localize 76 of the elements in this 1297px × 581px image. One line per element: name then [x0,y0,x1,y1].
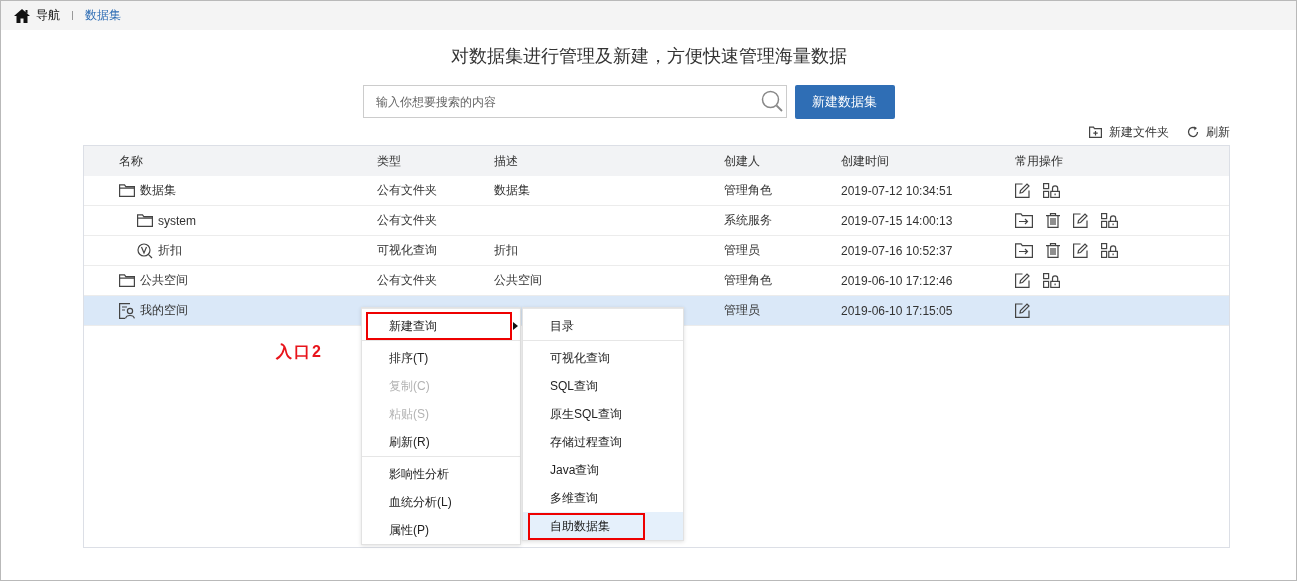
folder-icon [119,274,135,287]
folder-plus-icon[interactable] [1089,126,1102,138]
type-cell-text: 公有文件夹 [377,212,438,229]
column-header: 创建人 [724,152,761,170]
edit-icon[interactable] [1015,303,1030,318]
name-cell: system [158,213,196,228]
edit-icon[interactable] [1073,243,1088,258]
folder-arrow-icon[interactable] [1015,213,1033,228]
menu-item[interactable]: 存储过程查询 [523,428,683,456]
trash-icon[interactable] [1046,213,1060,228]
edit-icon[interactable] [1073,213,1088,228]
menu-item[interactable]: 新建查询 [362,312,520,340]
menu-item[interactable]: SQL查询 [523,372,683,400]
table-row[interactable]: 数据集 公有文件夹 数据集 管理角色 2019-07-12 10:34:51 [84,176,1229,206]
breadcrumb-current[interactable]: 数据集 [85,7,121,24]
permission-icon[interactable] [1101,243,1118,258]
menu-item[interactable]: 影响性分析 [362,460,520,488]
menu-item[interactable]: 可视化查询 [523,344,683,372]
permission-icon[interactable] [1101,213,1118,228]
home-icon[interactable] [14,8,30,23]
created-cell-text: 2019-06-10 17:12:46 [841,273,954,288]
type-cell-text: 可视化查询 [377,242,438,259]
folder-icon [137,214,153,227]
type-cell-text: 公有文件夹 [377,182,438,199]
creator-cell-text: 系统服务 [724,212,773,229]
menu-item[interactable]: Java查询 [523,456,683,484]
name-cell: 折扣 [158,242,182,259]
creator-cell-text: 管理角色 [724,182,773,199]
name-cell: 数据集 [140,182,176,199]
menu-item[interactable]: 血统分析(L) [362,488,520,516]
table-row[interactable]: 折扣 可视化查询 折扣 管理员 2019-07-16 10:52:37 [84,236,1229,266]
permission-icon[interactable] [1043,183,1060,198]
column-header: 描述 [494,152,519,170]
submenu-caret-icon [513,322,518,330]
created-cell-text: 2019-07-16 10:52:37 [841,243,954,258]
menu-item[interactable]: 多维查询 [523,484,683,512]
column-header: 名称 [118,152,144,170]
type-cell-text: 公有文件夹 [377,272,438,289]
magnifier-icon [137,242,153,259]
toolbar-link[interactable]: 新建文件夹 [1109,123,1169,141]
table-row[interactable]: system 公有文件夹 系统服务 2019-07-15 14:00:13 [84,206,1229,236]
column-header: 创建时间 [841,152,890,170]
refresh-icon[interactable] [1187,126,1199,138]
column-header: 类型 [377,152,402,170]
folder-icon [119,184,135,197]
created-cell-text: 2019-07-12 10:34:51 [841,183,954,198]
folder-arrow-icon[interactable] [1015,243,1033,258]
created-cell-text: 2019-06-10 17:15:05 [841,303,954,318]
name-cell: 我的空间 [140,302,188,319]
trash-icon[interactable] [1046,243,1060,258]
menu-item[interactable]: 自助数据集 [523,512,683,540]
menu-item[interactable]: 排序(T) [362,344,520,372]
annotation-label: 入口2 [276,342,323,362]
creator-cell-text: 管理员 [724,302,761,319]
person-document-icon [119,302,135,319]
created-cell-text: 2019-07-15 14:00:13 [841,213,954,228]
creator-cell-text: 管理角色 [724,272,773,289]
create-dataset-button[interactable]: 新建数据集 [794,85,895,119]
menu-item[interactable]: 原生SQL查询 [523,400,683,428]
toolbar-link[interactable]: 刷新 [1206,123,1230,141]
permission-icon[interactable] [1043,273,1060,288]
description-cell-text: 公共空间 [494,272,543,289]
edit-icon[interactable] [1015,273,1030,288]
home-link[interactable]: 导航 [36,7,60,24]
page-heading: 对数据集进行管理及新建，方便快速管理海量数据 [449,45,848,68]
search-icon[interactable] [760,90,783,112]
description-cell-text: 数据集 [494,182,531,199]
name-cell: 公共空间 [140,272,188,289]
menu-item[interactable]: 刷新(R) [362,428,520,456]
menu-item[interactable]: 属性(P) [362,516,520,544]
column-header: 常用操作 [1015,152,1064,170]
edit-icon[interactable] [1015,183,1030,198]
search-field[interactable]: 输入你想要搜索的内容 [362,85,787,118]
menu-item[interactable]: 目录 [523,312,683,340]
creator-cell-text: 管理员 [724,242,761,259]
description-cell-text: 折扣 [494,242,519,259]
